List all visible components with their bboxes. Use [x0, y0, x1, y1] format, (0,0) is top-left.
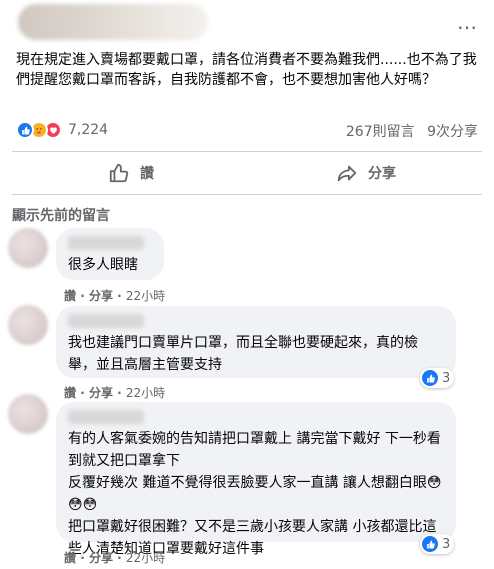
- comment-share-link[interactable]: 分享: [89, 386, 113, 400]
- comment-share-link[interactable]: 分享: [89, 551, 113, 565]
- comment-reaction-count: 3: [442, 370, 451, 386]
- comment-like-link[interactable]: 讚: [64, 551, 76, 565]
- comment-like-link[interactable]: 讚: [64, 386, 76, 400]
- share-arrow-icon: [337, 165, 357, 182]
- comment-meta: 讚 · 分享 · 22小時: [64, 551, 166, 565]
- comment-bubble: 我也建議門口賣單片口罩，而且全聯也要硬起來，真的檢舉，並且高層主管要支持: [56, 306, 456, 378]
- commenter-name-blurred[interactable]: [68, 314, 144, 328]
- comment-meta: 讚 · 分享 · 22小時: [64, 386, 166, 400]
- comment-like-link[interactable]: 讚: [64, 289, 76, 303]
- like-reaction-icon: [422, 536, 438, 552]
- like-reaction-icon: [422, 370, 438, 386]
- shares-count[interactable]: 9次分享: [427, 124, 478, 140]
- post-stats: 267則留言 9次分享: [338, 121, 478, 141]
- commenter-name-blurred[interactable]: [68, 236, 144, 250]
- share-button[interactable]: 分享: [336, 160, 396, 186]
- comment-bubble: 有的人客氣委婉的告知請把口罩戴上 講完當下戴好 下一秒看到就又把口罩拿下 反覆好…: [56, 402, 456, 557]
- comments-count[interactable]: 267則留言: [346, 124, 415, 140]
- divider: [12, 194, 482, 195]
- author-blurred: [18, 4, 208, 40]
- divider: [12, 151, 482, 152]
- like-button[interactable]: 讚: [108, 160, 154, 186]
- comment-text: 很多人眼瞎: [68, 257, 138, 273]
- comment-time[interactable]: 22小時: [126, 289, 165, 303]
- like-label: 讚: [140, 166, 154, 182]
- avatar[interactable]: [8, 394, 48, 434]
- comment-time[interactable]: 22小時: [126, 386, 165, 400]
- post-header: …: [0, 0, 494, 46]
- comment-reaction-count: 3: [442, 536, 451, 552]
- show-previous-comments[interactable]: 顯示先前的留言: [12, 205, 110, 225]
- like-reaction-icon: [16, 121, 34, 139]
- comment-reaction-badge[interactable]: 3: [420, 368, 455, 388]
- more-options-icon[interactable]: …: [457, 12, 478, 32]
- post-text: 現在規定進入賣場都要戴口罩，請各位消費者不要為難我們......也不為了我們提醒…: [16, 52, 477, 88]
- avatar[interactable]: [8, 305, 48, 345]
- comment-bubble: 很多人眼瞎: [56, 228, 164, 280]
- comment-share-link[interactable]: 分享: [89, 289, 113, 303]
- comment-time[interactable]: 22小時: [126, 551, 165, 565]
- commenter-name-blurred[interactable]: [68, 410, 144, 424]
- comment-text: 我也建議門口賣單片口罩，而且全聯也要硬起來，真的檢舉，並且高層主管要支持: [68, 335, 418, 373]
- reaction-summary[interactable]: 7,224: [16, 121, 108, 139]
- reaction-count: 7,224: [68, 122, 109, 138]
- avatar[interactable]: [8, 228, 48, 268]
- comment-reaction-badge[interactable]: 3: [420, 534, 455, 554]
- comment-meta: 讚 · 分享 · 22小時: [64, 289, 166, 303]
- thumbs-up-icon: [109, 163, 129, 183]
- share-label: 分享: [368, 166, 396, 182]
- comment-text: 有的人客氣委婉的告知請把口罩戴上 講完當下戴好 下一秒看到就又把口罩拿下 反覆好…: [68, 431, 442, 557]
